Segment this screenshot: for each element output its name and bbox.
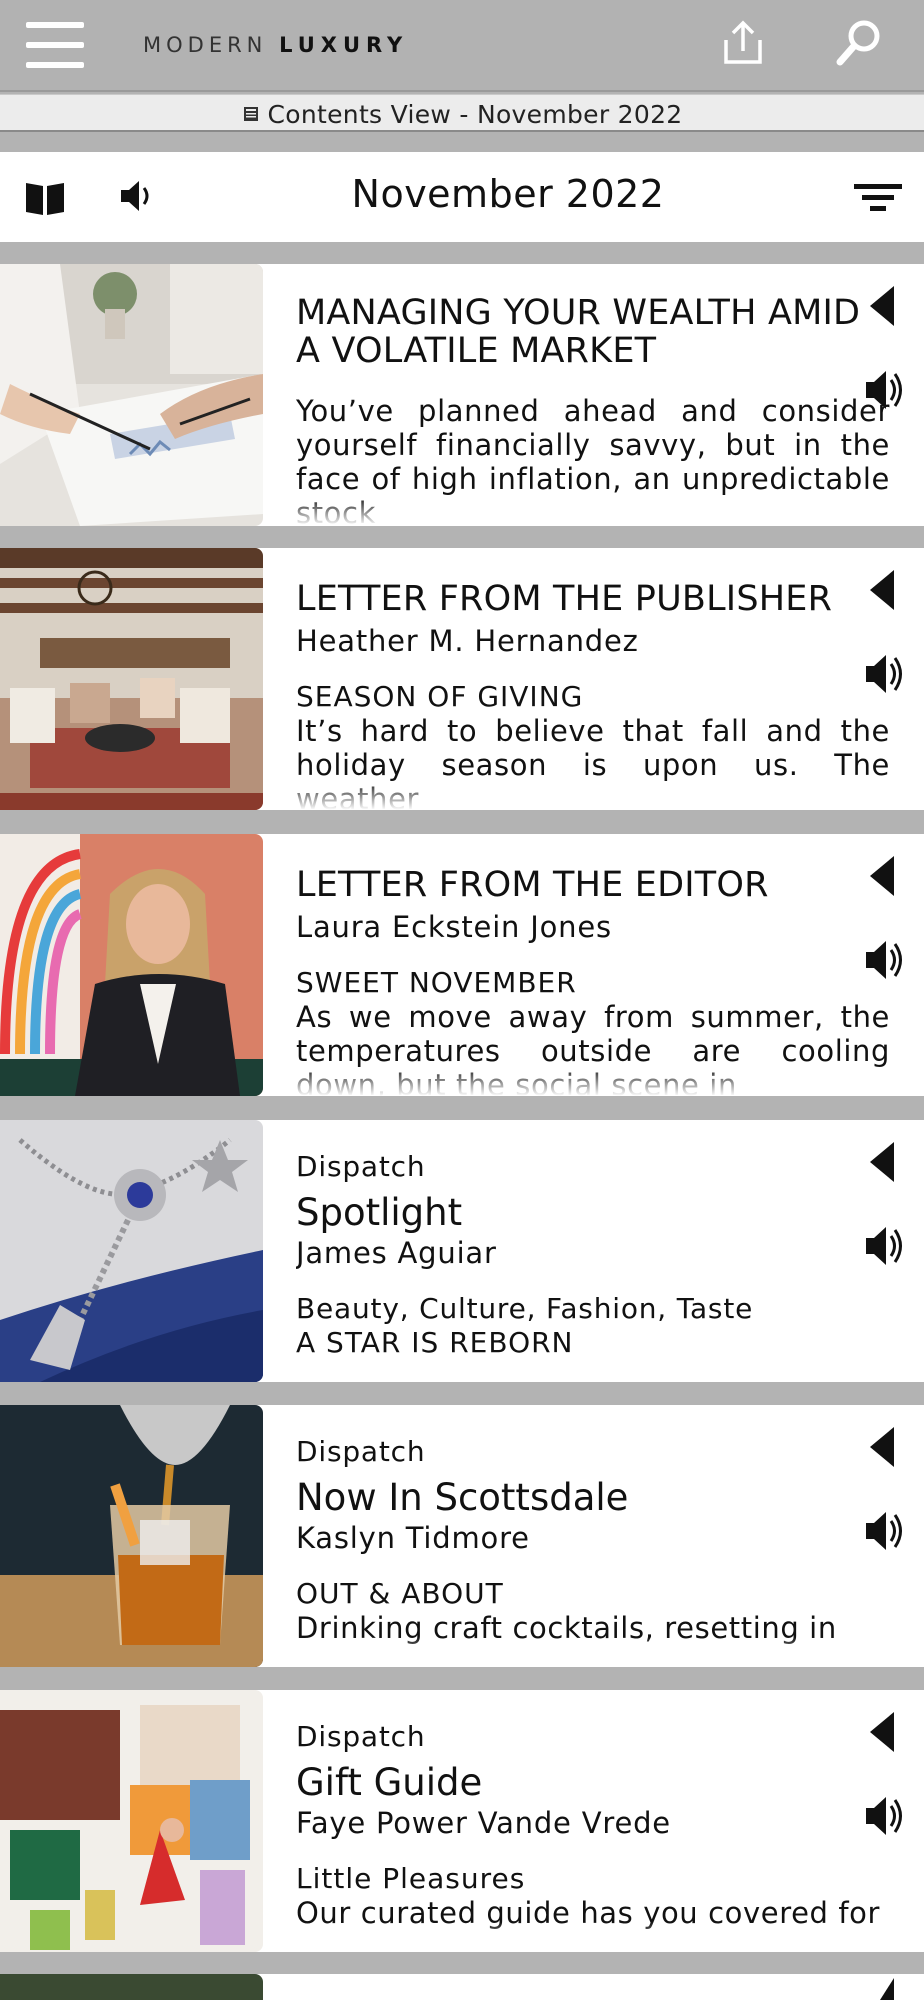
speaker-icon[interactable] [864, 938, 906, 982]
article-author: Laura Eckstein Jones [296, 910, 612, 944]
article-text[interactable]: LETTER FROM THE EDITOR Laura Eckstein Jo… [296, 834, 890, 1096]
article-text[interactable]: Dispatch Now In Scottsdale Kaslyn Tidmor… [296, 1405, 890, 1667]
speaker-icon[interactable] [864, 1794, 906, 1838]
back-triangle-icon[interactable] [868, 284, 896, 328]
article-excerpt: It’s hard to believe that fall and the h… [296, 714, 890, 810]
contents-view-label: Contents View - November 2022 [267, 99, 683, 129]
speaker-icon[interactable] [864, 1224, 906, 1268]
article-card[interactable]: Dispatch Now In Scottsdale Kaslyn Tidmor… [0, 1405, 924, 1667]
article-category: Dispatch [296, 1435, 426, 1468]
article-card[interactable]: LETTER FROM THE PUBLISHER Heather M. Her… [0, 548, 924, 810]
article-tags: Beauty, Culture, Fashion, Taste [296, 1292, 754, 1325]
logo-word-modern: MODERN [143, 33, 268, 57]
article-title: Gift Guide [296, 1761, 483, 1804]
back-triangle-icon[interactable] [868, 1425, 896, 1469]
speaker-icon[interactable] [864, 1509, 906, 1553]
article-text[interactable]: MANAGING YOUR WEALTH AMID A VOLATILE MAR… [296, 264, 890, 526]
article-section: SWEET NOVEMBER [296, 966, 577, 999]
article-title: LETTER FROM THE EDITOR [296, 865, 769, 905]
article-excerpt: As we move away from summer, the tempera… [296, 1000, 890, 1096]
article-thumbnail [0, 1974, 263, 2000]
article-section: OUT & ABOUT [296, 1577, 504, 1610]
back-triangle-icon[interactable] [868, 1140, 896, 1184]
article-thumbnail [0, 1120, 263, 1382]
article-text[interactable]: Dispatch Gift Guide Faye Power Vande Vre… [296, 1690, 890, 1952]
issue-title: November 2022 [351, 172, 665, 216]
filter-icon[interactable] [854, 180, 902, 216]
back-triangle-icon[interactable] [868, 854, 896, 898]
back-triangle-icon[interactable] [868, 1710, 896, 1754]
brand-logo[interactable]: MODERN LUXURY [143, 33, 408, 57]
article-section: SEASON OF GIVING [296, 680, 584, 713]
article-excerpt: Our curated guide has you covered for [296, 1896, 881, 1930]
article-card[interactable]: Dispatch Gift Guide Faye Power Vande Vre… [0, 1690, 924, 1952]
logo-word-luxury: LUXURY [279, 33, 409, 57]
back-triangle-icon[interactable] [868, 1978, 896, 2000]
article-title: MANAGING YOUR WEALTH AMID A VOLATILE MAR… [296, 293, 861, 371]
article-excerpt: You’ve planned ahead and consider yourse… [296, 394, 890, 526]
speaker-icon[interactable] [864, 652, 906, 696]
article-thumbnail [0, 548, 263, 810]
app-header: MODERN LUXURY [0, 0, 924, 92]
article-card[interactable]: LETTER FROM THE EDITOR Laura Eckstein Jo… [0, 834, 924, 1096]
article-title: LETTER FROM THE PUBLISHER [296, 579, 833, 619]
share-icon[interactable] [718, 18, 768, 68]
article-author: Heather M. Hernandez [296, 624, 639, 658]
contents-view-bar[interactable]: Contents View - November 2022 [0, 94, 924, 132]
article-excerpt: Drinking craft cocktails, resetting in [296, 1611, 837, 1645]
article-author: Kaslyn Tidmore [296, 1521, 530, 1555]
article-category: Dispatch [296, 1720, 426, 1753]
article-thumbnail [0, 264, 263, 526]
article-thumbnail [0, 1690, 263, 1952]
article-title: Now In Scottsdale [296, 1476, 629, 1519]
article-card-partial[interactable] [0, 1974, 924, 2000]
article-thumbnail [0, 834, 263, 1096]
hamburger-menu-icon[interactable] [26, 22, 84, 68]
search-icon[interactable] [834, 18, 884, 68]
article-category: Dispatch [296, 1150, 426, 1183]
article-card[interactable]: MANAGING YOUR WEALTH AMID A VOLATILE MAR… [0, 264, 924, 526]
article-title: Spotlight [296, 1191, 463, 1234]
article-author: Faye Power Vande Vrede [296, 1806, 671, 1840]
article-text[interactable]: LETTER FROM THE PUBLISHER Heather M. Her… [296, 548, 890, 810]
article-card[interactable]: Dispatch Spotlight James Aguiar Beauty, … [0, 1120, 924, 1382]
article-section: A STAR IS REBORN [296, 1326, 574, 1359]
article-text[interactable]: Dispatch Spotlight James Aguiar Beauty, … [296, 1120, 890, 1382]
back-triangle-icon[interactable] [868, 568, 896, 612]
document-icon [243, 107, 258, 121]
article-author: James Aguiar [296, 1236, 497, 1270]
speaker-icon[interactable] [864, 368, 906, 412]
article-section: Little Pleasures [296, 1862, 526, 1895]
article-thumbnail [0, 1405, 263, 1667]
